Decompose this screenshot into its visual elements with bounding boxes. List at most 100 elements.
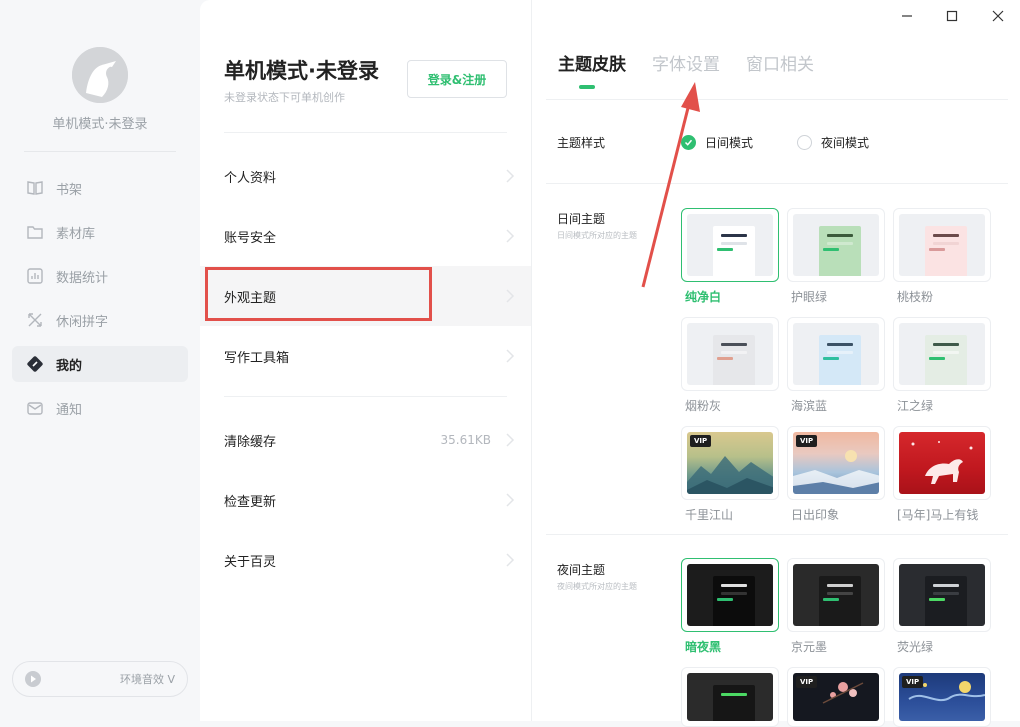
sidebar-item-label: 我的 <box>56 358 83 374</box>
sidebar-item-label: 书架 <box>56 182 83 198</box>
divider <box>224 396 507 397</box>
settings-menu-panel: 单机模式·未登录 未登录状态下可单机创作 登录&注册 个人资料 账号安全 外观主… <box>200 0 531 721</box>
theme-label: 京元墨 <box>791 640 828 654</box>
close-button[interactable] <box>983 6 1013 26</box>
sidebar: 单机模式·未登录 书架 素材库 数据统计 休闲拼字 我的 通知 环境音效 V <box>0 0 200 721</box>
sidebar-item-statistics[interactable]: 数据统计 <box>12 258 188 294</box>
menu-item-label: 个人资料 <box>224 170 277 186</box>
theme-label: 护眼绿 <box>791 290 828 304</box>
chart-icon <box>26 267 44 285</box>
night-theme-subtitle: 夜间模式所对应的主题 <box>557 582 637 591</box>
theme-label: 海滨蓝 <box>791 399 828 413</box>
close-icon <box>992 10 1004 22</box>
menu-item-about[interactable]: 关于百灵 <box>200 530 531 590</box>
chevron-right-icon <box>506 289 515 303</box>
day-theme-title: 日间主题 <box>557 212 606 226</box>
theme-card-smoke-gray[interactable] <box>681 317 779 391</box>
divider <box>546 534 1008 535</box>
theme-card-river-green[interactable] <box>893 317 991 391</box>
theme-card-blossom-night[interactable]: VIP <box>787 667 885 727</box>
book-icon <box>26 179 44 197</box>
divider <box>224 132 507 133</box>
chevron-right-icon <box>506 349 515 363</box>
theme-card-pure-white[interactable] <box>681 208 779 282</box>
chevron-right-icon <box>506 493 515 507</box>
theme-card-starry-night[interactable]: VIP <box>893 667 991 727</box>
theme-card-landscape[interactable]: VIP <box>681 426 779 500</box>
sidebar-user-name: 单机模式·未登录 <box>52 117 148 132</box>
theme-card-horse-fortune[interactable] <box>893 426 991 500</box>
menu-item-check-update[interactable]: 检查更新 <box>200 470 531 530</box>
bird-avatar-icon <box>72 47 128 103</box>
theme-label: 荧光绿 <box>897 640 934 654</box>
sidebar-item-word-game[interactable]: 休闲拼字 <box>12 302 188 338</box>
tab-window-settings[interactable]: 窗口相关 <box>746 50 814 75</box>
theme-card-night-green[interactable] <box>681 667 779 727</box>
mail-icon <box>26 399 44 417</box>
theme-label: 暗夜黑 <box>685 640 722 654</box>
theme-card-ink-black[interactable] <box>787 558 885 632</box>
menu-item-profile[interactable]: 个人资料 <box>200 146 531 206</box>
vip-badge: VIP <box>690 435 712 447</box>
divider <box>24 151 176 152</box>
sidebar-item-materials[interactable]: 素材库 <box>12 214 188 250</box>
radio-night-mode[interactable]: 夜间模式 <box>797 134 869 151</box>
day-theme-subtitle: 日间模式所对应的主题 <box>557 231 637 240</box>
theme-card-dark-night[interactable] <box>681 558 779 632</box>
sidebar-item-label: 素材库 <box>56 226 96 242</box>
horse-icon <box>911 441 973 484</box>
chevron-right-icon <box>506 229 515 243</box>
theme-label: 千里江山 <box>685 508 734 522</box>
tab-font-settings[interactable]: 字体设置 <box>652 50 720 75</box>
menu-item-label: 写作工具箱 <box>224 350 290 366</box>
radio-label: 夜间模式 <box>821 136 870 150</box>
theme-card-seaside-blue[interactable] <box>787 317 885 391</box>
menu-item-label: 关于百灵 <box>224 554 277 570</box>
login-register-button[interactable]: 登录&注册 <box>407 60 507 98</box>
minimize-button[interactable] <box>892 6 922 26</box>
menu-item-clear-cache[interactable]: 清除缓存 35.61KB <box>200 410 531 470</box>
sidebar-item-label: 数据统计 <box>56 270 109 286</box>
folder-icon <box>26 223 44 241</box>
vip-badge: VIP <box>902 676 924 688</box>
vip-badge: VIP <box>796 435 818 447</box>
menu-item-label: 清除缓存 <box>224 434 277 450</box>
ambient-sound-label: 环境音效 V <box>119 673 175 686</box>
menu-item-label: 账号安全 <box>224 230 277 246</box>
theme-card-peach-pink[interactable] <box>893 208 991 282</box>
sidebar-item-notifications[interactable]: 通知 <box>12 390 188 426</box>
theme-label: 桃枝粉 <box>897 290 934 304</box>
cache-size: 35.61KB <box>440 433 491 447</box>
chevron-right-icon <box>506 433 515 447</box>
ambient-sound-toggle[interactable]: 环境音效 V <box>12 661 188 697</box>
menu-item-appearance-theme[interactable]: 外观主题 <box>200 266 531 326</box>
theme-card-eye-green[interactable] <box>787 208 885 282</box>
theme-settings-panel: 主题皮肤 字体设置 窗口相关 主题样式 日间模式 夜间模式 日间主题 日间模式所… <box>531 0 1020 727</box>
avatar[interactable] <box>72 47 128 103</box>
menu-item-account-security[interactable]: 账号安全 <box>200 206 531 266</box>
sidebar-item-label: 休闲拼字 <box>56 314 109 330</box>
theme-card-fluorescent-green[interactable] <box>893 558 991 632</box>
sidebar-item-mine[interactable]: 我的 <box>12 346 188 382</box>
check-icon <box>681 135 696 150</box>
page-subtitle: 未登录状态下可单机创作 <box>224 91 345 104</box>
sidebar-nav: 书架 素材库 数据统计 休闲拼字 我的 通知 <box>12 170 188 434</box>
night-theme-title: 夜间主题 <box>557 563 606 577</box>
menu-item-label: 检查更新 <box>224 494 277 510</box>
tab-theme-skin[interactable]: 主题皮肤 <box>558 50 626 75</box>
menu-item-label: 外观主题 <box>224 290 277 306</box>
radio-label: 日间模式 <box>705 136 754 150</box>
maximize-button[interactable] <box>937 6 967 26</box>
radio-day-mode[interactable]: 日间模式 <box>681 134 753 151</box>
theme-label: 烟粉灰 <box>685 399 722 413</box>
sidebar-item-bookshelf[interactable]: 书架 <box>12 170 188 206</box>
divider <box>546 99 1008 100</box>
active-tab-indicator <box>579 85 595 89</box>
divider <box>546 183 1008 184</box>
theme-style-label: 主题样式 <box>557 136 606 150</box>
theme-label: 纯净白 <box>685 290 722 304</box>
theme-label: 江之绿 <box>897 399 934 413</box>
sidebar-item-label: 通知 <box>56 402 83 418</box>
theme-card-sunrise[interactable]: VIP <box>787 426 885 500</box>
menu-item-writing-toolbox[interactable]: 写作工具箱 <box>200 326 531 386</box>
